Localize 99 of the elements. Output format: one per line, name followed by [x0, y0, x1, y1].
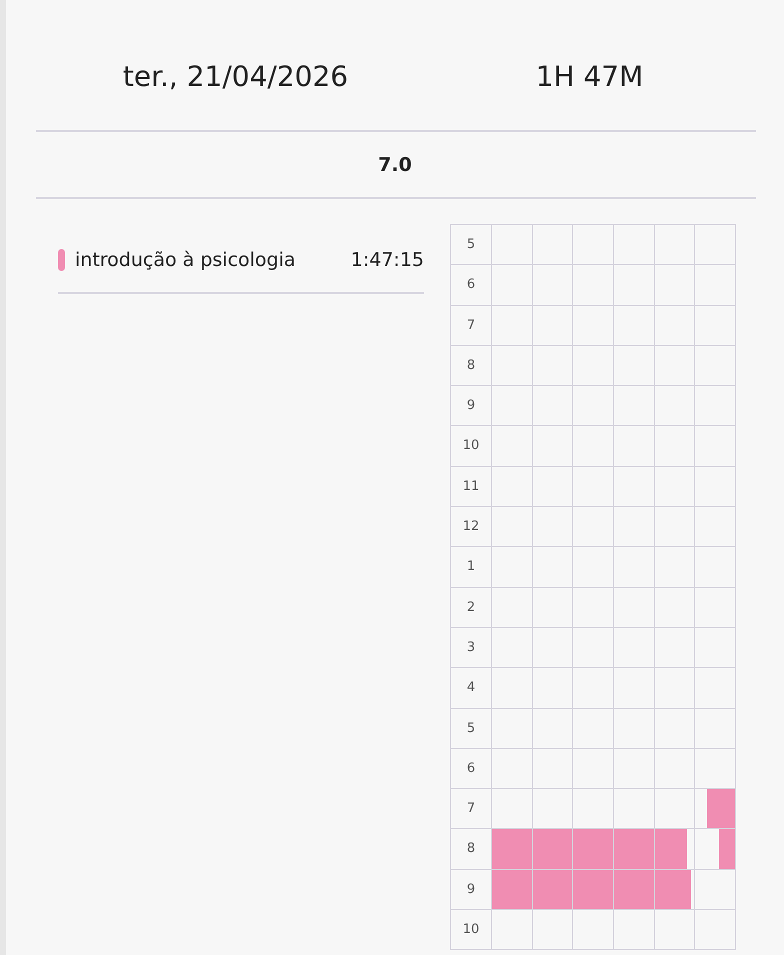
- grid-cell: [532, 588, 574, 628]
- grid-cell: [614, 466, 655, 508]
- grid-cell: [654, 426, 696, 467]
- grid-cell: [573, 306, 614, 346]
- hour-label: 7: [451, 789, 492, 830]
- grid-cell: [695, 547, 736, 588]
- grid-cell: [695, 507, 736, 548]
- grid-cell: [573, 547, 614, 588]
- grid-cell: [614, 668, 655, 709]
- grid-cell: [573, 265, 614, 306]
- hour-label: 12: [451, 507, 492, 548]
- grid-cell: [492, 507, 533, 548]
- grid-cell: [695, 306, 736, 346]
- grid-cell: [695, 426, 736, 467]
- hour-label: 7: [451, 306, 492, 346]
- grid-cell: [573, 507, 614, 548]
- grid-cell: [492, 668, 533, 709]
- grid-cell: [492, 466, 533, 508]
- grid-cell: [614, 588, 655, 628]
- grid-cell: [614, 547, 655, 588]
- hour-label: 5: [451, 225, 492, 266]
- hour-label: 6: [451, 265, 492, 306]
- grid-cell: [573, 386, 614, 426]
- grid-cell: [695, 708, 736, 749]
- grid-cell: [532, 426, 574, 467]
- grid-cell: [573, 708, 614, 749]
- grid-cell: [532, 306, 574, 346]
- hour-label: 9: [451, 386, 492, 426]
- grid-cell: [654, 588, 696, 628]
- grid-cell: [532, 466, 574, 508]
- grid-cell: [492, 708, 533, 749]
- grid-cell: [492, 346, 533, 386]
- grid-cell: [614, 306, 655, 346]
- grid-cell: [532, 708, 574, 749]
- grid-cell: [654, 668, 696, 709]
- grid-cell: [614, 265, 655, 306]
- grid-cell: [532, 628, 574, 668]
- hour-label: 10: [451, 426, 492, 467]
- hour-label: 1: [451, 547, 492, 588]
- grid-cell: [654, 628, 696, 668]
- grid-cell: [492, 306, 533, 346]
- grid-cell: [492, 628, 533, 668]
- grid-cell: [492, 426, 533, 467]
- grid-cell: [614, 708, 655, 749]
- grid-cell: [492, 748, 533, 790]
- grid-cell: [573, 668, 614, 709]
- grid-cell: [695, 265, 736, 306]
- grid-cell: [492, 588, 533, 628]
- grid-cell: [532, 386, 574, 426]
- grid-cell: [614, 628, 655, 668]
- grid-cell: [532, 346, 574, 386]
- date-title: ter., 21/04/2026: [122, 60, 348, 93]
- grid-cell: [532, 547, 574, 588]
- grid-cell: [654, 386, 696, 426]
- grid-cell: [654, 507, 696, 548]
- grid-cell: [614, 507, 655, 548]
- hour-label: 4: [451, 668, 492, 709]
- subject-duration: 1:47:15: [350, 248, 424, 270]
- grid-cell: [695, 628, 736, 668]
- grid-cell: [654, 466, 696, 508]
- grid-cell: [492, 386, 533, 426]
- grid-cell: [654, 748, 696, 790]
- grid-cell: [695, 466, 736, 508]
- grid-cell: [573, 588, 614, 628]
- grid-cell: [573, 628, 614, 668]
- grid-cell: [695, 386, 736, 426]
- score-value: 7.0: [378, 154, 412, 176]
- grid-cell: [654, 265, 696, 306]
- grid-cell: [654, 708, 696, 749]
- grid-cell: [654, 547, 696, 588]
- hour-label: 10: [451, 910, 492, 950]
- hour-label: 6: [451, 748, 492, 790]
- grid-cell: [492, 547, 533, 588]
- grid-cell: [573, 426, 614, 467]
- hour-label: 11: [451, 466, 492, 508]
- grid-cell: [614, 426, 655, 467]
- hour-label: 2: [451, 588, 492, 628]
- grid-cell: [532, 748, 574, 790]
- grid-cell: [532, 668, 574, 709]
- total-duration: 1H 47M: [536, 60, 644, 93]
- subject-name: introdução à psicologia: [75, 248, 296, 270]
- hour-label: 3: [451, 628, 492, 668]
- grid-cell: [654, 306, 696, 346]
- grid-cell: [614, 346, 655, 386]
- grid-cell: [573, 346, 614, 386]
- hour-label: 8: [451, 346, 492, 386]
- grid-cell: [532, 507, 574, 548]
- hour-label: 5: [451, 708, 492, 749]
- grid-cell: [695, 668, 736, 709]
- grid-cell: [614, 748, 655, 790]
- grid-cell: [654, 346, 696, 386]
- grid-cell: [492, 265, 533, 306]
- grid-cell: [614, 386, 655, 426]
- grid-cell: [695, 346, 736, 386]
- grid-cell: [695, 588, 736, 628]
- grid-cell: [695, 910, 736, 950]
- grid-cell: [532, 265, 574, 306]
- grid-cell: [573, 466, 614, 508]
- grid-cell: [573, 748, 614, 790]
